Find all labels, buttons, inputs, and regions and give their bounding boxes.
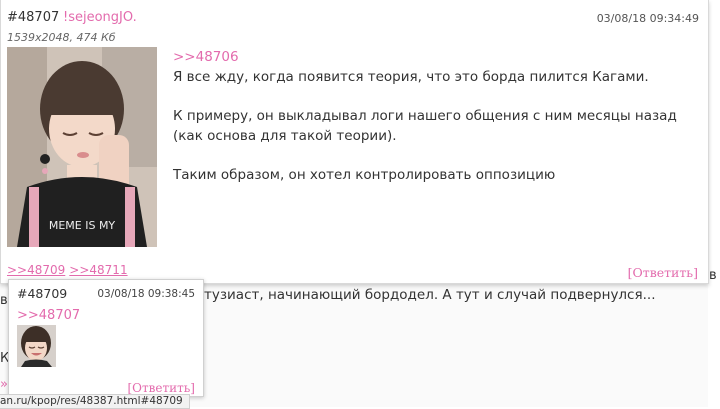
post-body: >>48706 Я все жду, когда появится теория… <box>173 47 703 204</box>
reply-link[interactable]: >>48706 <box>173 47 703 67</box>
answer-button[interactable]: [Ответить] <box>127 381 195 395</box>
reply-link[interactable]: >>48707 <box>17 308 80 323</box>
background-reply-fragment[interactable]: » <box>0 377 8 392</box>
post-number[interactable]: #48707 <box>7 10 59 25</box>
post-paragraph: Таким образом, он хотел контролировать о… <box>173 167 556 183</box>
post-image-thumbnail[interactable]: MEME IS MY <box>7 47 157 247</box>
svg-text:MEME IS MY: MEME IS MY <box>49 219 116 232</box>
background-post-text: тузиаст, начинающий бордодел. А тут и сл… <box>204 287 656 303</box>
status-bar-url: an.ru/kpop/res/48387.html#48709 <box>0 394 190 409</box>
post-paragraph: К примеру, он выкладывал логи нашего общ… <box>173 108 677 144</box>
reply-ref-link[interactable]: >>48709 <box>7 263 65 277</box>
background-text-fragment: в <box>709 268 717 283</box>
post-image-thumbnail[interactable] <box>17 325 56 367</box>
post-date: 03/08/18 09:38:45 <box>97 288 195 300</box>
poster-name: !sejeongJO. <box>63 10 137 25</box>
image-meta[interactable]: 1539x2048, 474 Кб <box>7 31 116 44</box>
post-number[interactable]: #48709 <box>17 286 67 301</box>
reply-ref-link[interactable]: >>48711 <box>69 263 127 277</box>
answer-button[interactable]: [Ответить] <box>628 265 698 280</box>
post-popup-48709: #48709 03/08/18 09:38:45 >>48707 [Ответи… <box>8 279 204 397</box>
post-paragraph: Я все жду, когда появится теория, что эт… <box>173 69 649 85</box>
replies-list: >>48709 >>48711 <box>7 263 132 277</box>
post-date: 03/08/18 09:34:49 <box>596 12 699 25</box>
portrait-image <box>17 325 56 367</box>
portrait-image: MEME IS MY <box>7 47 157 247</box>
post-popup-48707: #48707 !sejeongJO. 03/08/18 09:34:49 153… <box>0 0 709 284</box>
